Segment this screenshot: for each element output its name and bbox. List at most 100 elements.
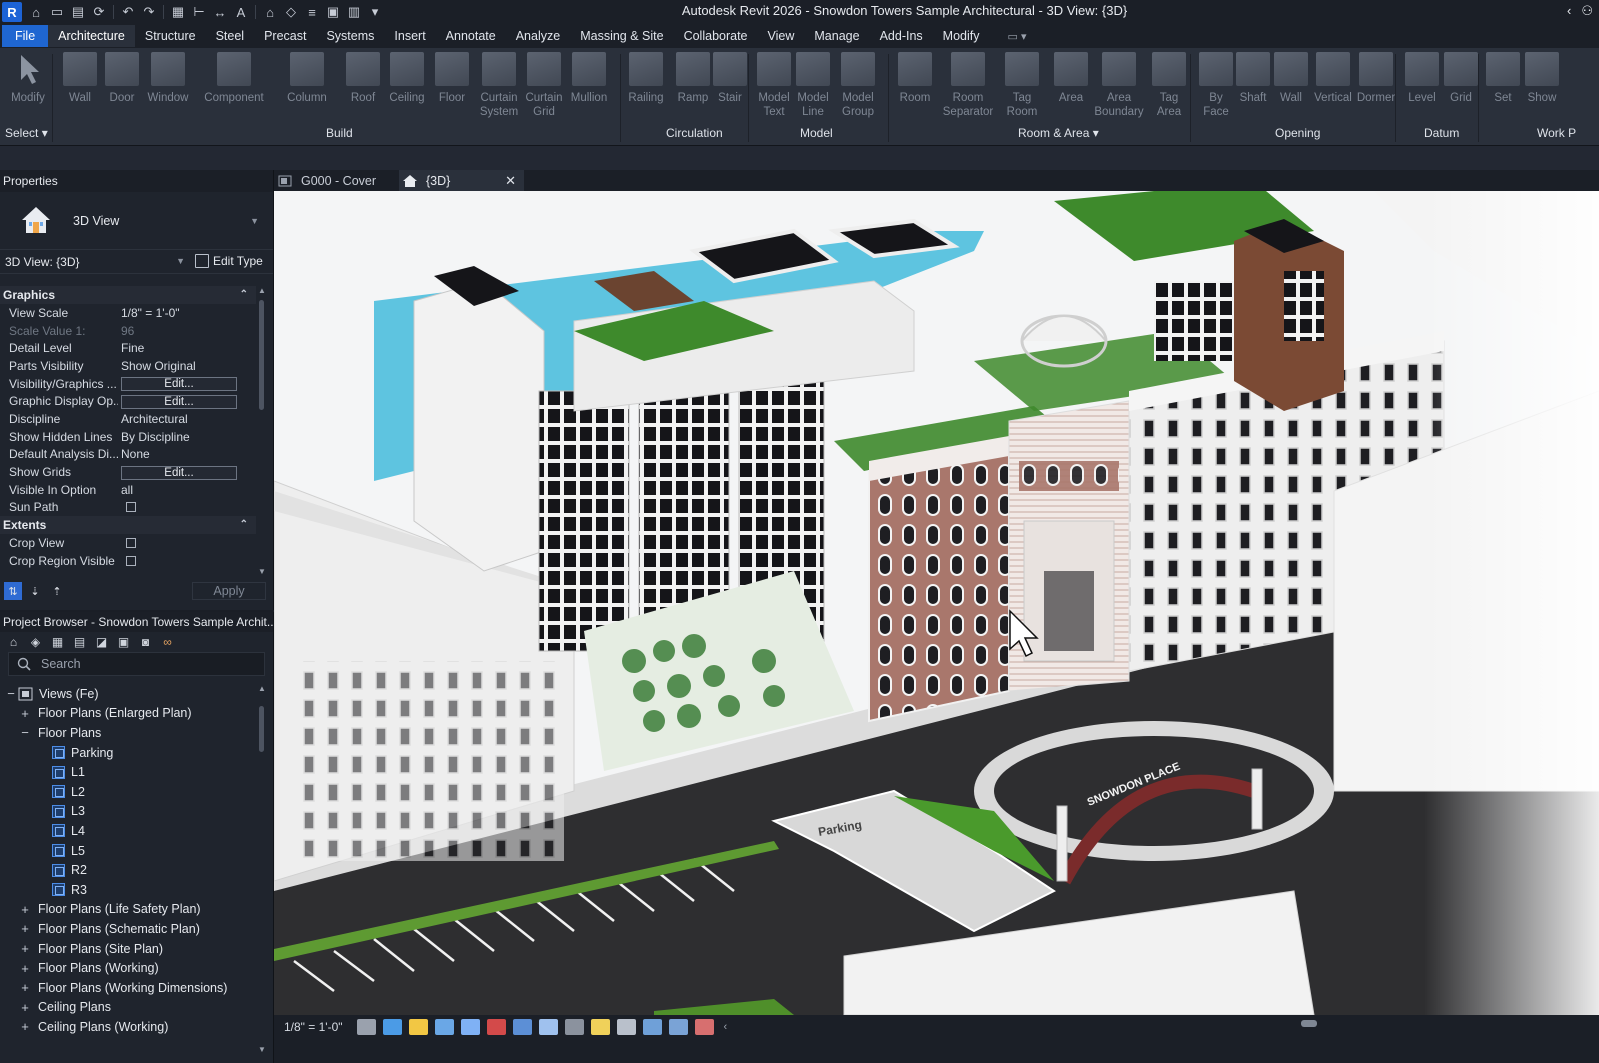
scroll-up-icon[interactable]: ▲ bbox=[257, 286, 267, 295]
door-button[interactable]: Door bbox=[100, 52, 144, 105]
tree-node[interactable]: + Floor Plans (Enlarged Plan) bbox=[0, 704, 256, 724]
collapse-icon[interactable]: ⌃ bbox=[240, 286, 248, 304]
schedule-icon[interactable]: ▦ bbox=[49, 634, 66, 650]
stair-button[interactable]: Stair bbox=[708, 52, 752, 105]
link-icon[interactable]: ∞ bbox=[159, 634, 176, 650]
user-icon[interactable]: ⚇ bbox=[1581, 3, 1593, 19]
measure-icon[interactable]: ⊢ bbox=[189, 3, 209, 21]
expand-icon[interactable]: + bbox=[18, 1000, 32, 1015]
component-button[interactable]: Component bbox=[204, 52, 264, 105]
customize-qat-icon[interactable]: ▾ bbox=[365, 3, 385, 21]
ceiling-button[interactable]: Ceiling bbox=[385, 52, 429, 105]
tree-view-item[interactable]: Parking bbox=[0, 743, 256, 763]
save-icon[interactable]: ▤ bbox=[68, 3, 88, 21]
wall-opening-button[interactable]: Wall bbox=[1269, 52, 1313, 105]
table-icon[interactable]: ▤ bbox=[71, 634, 88, 650]
sun-path-icon[interactable] bbox=[408, 1019, 428, 1035]
horizontal-scrollbar[interactable] bbox=[1301, 1020, 1317, 1027]
group-icon[interactable]: ◙ bbox=[137, 634, 154, 650]
dormer-button[interactable]: Dormer bbox=[1354, 52, 1398, 105]
tab-architecture[interactable]: Architecture bbox=[48, 25, 135, 47]
scroll-down-icon[interactable]: ▼ bbox=[257, 567, 267, 576]
view-scale[interactable]: 1/8" = 1'-0" bbox=[284, 1020, 343, 1034]
room-button[interactable]: Room bbox=[893, 52, 937, 105]
tree-view-item[interactable]: L2 bbox=[0, 782, 256, 802]
tab-view[interactable]: View bbox=[758, 25, 805, 47]
text-icon[interactable]: A bbox=[231, 3, 251, 21]
tree-node[interactable]: + Floor Plans (Schematic Plan) bbox=[0, 919, 256, 939]
collapse-icon[interactable]: − bbox=[4, 686, 18, 701]
house-icon[interactable]: ⌂ bbox=[5, 634, 22, 650]
show-button[interactable]: Show bbox=[1520, 52, 1564, 105]
collapse-icon[interactable]: ‹ bbox=[1567, 3, 1571, 19]
close-tab-icon[interactable]: ✕ bbox=[505, 173, 516, 189]
checkbox[interactable] bbox=[126, 502, 136, 513]
sort-categorized-icon[interactable]: ⇅ bbox=[4, 582, 22, 600]
tab-collaborate[interactable]: Collaborate bbox=[674, 25, 758, 47]
instance-selector[interactable]: 3D View: {3D} ▼ bbox=[5, 255, 185, 269]
panel-room-area[interactable]: Room & Area ▾ bbox=[1018, 126, 1099, 140]
dimension-icon[interactable]: ↔ bbox=[210, 3, 230, 21]
lock-3d-icon[interactable] bbox=[538, 1019, 558, 1035]
browser-scrollbar[interactable]: ▲ ▼ bbox=[257, 684, 267, 1054]
open-icon[interactable]: ▭ bbox=[47, 3, 67, 21]
tab-file[interactable]: File bbox=[2, 25, 49, 47]
area-button[interactable]: Area bbox=[1049, 52, 1093, 105]
tab-insert[interactable]: Insert bbox=[384, 25, 435, 47]
edit-button[interactable]: Edit... bbox=[121, 377, 237, 392]
collapse-icon[interactable]: ⌃ bbox=[240, 516, 248, 534]
expand-icon[interactable]: + bbox=[18, 980, 32, 995]
tab-add-ins[interactable]: Add-Ins bbox=[870, 25, 933, 47]
detail-level-icon[interactable] bbox=[356, 1019, 376, 1035]
model-group-button[interactable]: Model Group bbox=[836, 52, 880, 119]
tree-node[interactable]: + Floor Plans (Life Safety Plan) bbox=[0, 900, 256, 920]
tab-3d[interactable]: {3D} ✕ bbox=[399, 170, 524, 191]
shadows-icon[interactable] bbox=[434, 1019, 454, 1035]
apply-button[interactable]: Apply bbox=[192, 582, 266, 600]
area-boundary-button[interactable]: Area Boundary bbox=[1094, 52, 1144, 119]
redo-icon[interactable]: ↷ bbox=[139, 3, 159, 21]
browser-search[interactable]: Search bbox=[8, 652, 265, 676]
worksharing-icon[interactable] bbox=[616, 1019, 636, 1035]
tree-view-item[interactable]: L5 bbox=[0, 841, 256, 861]
set-button[interactable]: Set bbox=[1481, 52, 1525, 105]
tree-view-item[interactable]: L4 bbox=[0, 821, 256, 841]
highlight-displacement-icon[interactable] bbox=[668, 1019, 688, 1035]
type-selector[interactable]: 3D View ▼ bbox=[0, 192, 273, 250]
roof-button[interactable]: Roof bbox=[341, 52, 385, 105]
curtain-system-button[interactable]: Curtain System bbox=[477, 52, 521, 119]
type-dropdown-icon[interactable]: ▼ bbox=[250, 216, 259, 226]
crop-view-icon[interactable] bbox=[486, 1019, 506, 1035]
expand-icon[interactable]: + bbox=[18, 1019, 32, 1034]
edit-type-button[interactable]: Edit Type bbox=[195, 254, 263, 268]
edit-button[interactable]: Edit... bbox=[121, 394, 237, 409]
chevron-left-icon[interactable]: ‹ bbox=[724, 1021, 728, 1033]
sync-icon[interactable]: ⟳ bbox=[89, 3, 109, 21]
search-input[interactable]: Search bbox=[41, 657, 81, 671]
tree-view-item[interactable]: R3 bbox=[0, 880, 256, 900]
undo-icon[interactable]: ↶ bbox=[118, 3, 138, 21]
tab-steel[interactable]: Steel bbox=[206, 25, 255, 47]
contextual-tab-toggle-icon[interactable]: ▭ ▾ bbox=[1008, 30, 1027, 43]
switch-windows-icon[interactable]: ▥ bbox=[344, 3, 364, 21]
building-model-render[interactable]: Parking SNOWDON PLACE bbox=[274, 191, 1599, 1015]
room-separator-button[interactable]: Room Separator bbox=[943, 52, 993, 119]
revit-logo[interactable]: R bbox=[2, 2, 22, 22]
tab-g000-cover[interactable]: G000 - Cover bbox=[274, 170, 399, 191]
close-hidden-icon[interactable]: ▣ bbox=[323, 3, 343, 21]
edit-button[interactable]: Edit... bbox=[121, 465, 237, 480]
default-3d-icon[interactable]: ⌂ bbox=[260, 3, 280, 21]
window-button[interactable]: Window bbox=[146, 52, 190, 105]
tree-node[interactable]: + Ceiling Plans (Working) bbox=[0, 1017, 256, 1037]
tree-node[interactable]: + Floor Plans (Site Plan) bbox=[0, 939, 256, 959]
properties-scrollbar[interactable]: ▲ ▼ bbox=[257, 286, 267, 576]
model-text-button[interactable]: Model Text bbox=[752, 52, 796, 119]
temporary-hide-icon[interactable] bbox=[564, 1019, 584, 1035]
floor-button[interactable]: Floor bbox=[430, 52, 474, 105]
tab-massing-site[interactable]: Massing & Site bbox=[570, 25, 673, 47]
sort-ascending-icon[interactable]: ⇣ bbox=[26, 582, 44, 600]
expand-icon[interactable]: + bbox=[18, 921, 32, 936]
tag-area-button[interactable]: Tag Area bbox=[1147, 52, 1191, 119]
scroll-up-icon[interactable]: ▲ bbox=[257, 684, 267, 693]
scroll-down-icon[interactable]: ▼ bbox=[257, 1045, 267, 1054]
